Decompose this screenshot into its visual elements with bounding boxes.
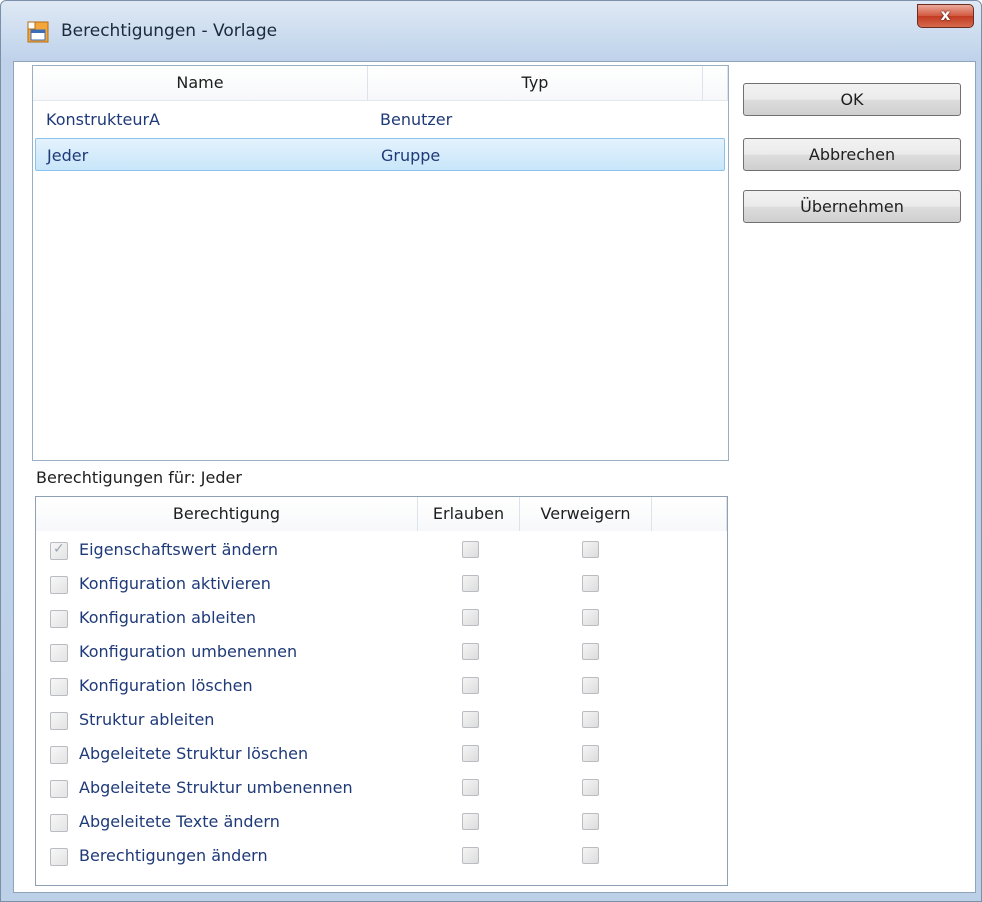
user-list[interactable]: Name Typ KonstrukteurA Benutzer Jeder Gr… — [32, 65, 729, 461]
allow-checkbox[interactable] — [462, 711, 479, 728]
permission-checkbox[interactable] — [50, 712, 68, 730]
permission-label: Konfiguration ableiten — [79, 608, 257, 627]
permission-label: Konfiguration aktivieren — [79, 574, 271, 593]
close-button[interactable]: x — [917, 4, 974, 28]
permission-row: Abgeleitete Struktur umbenennen — [36, 771, 726, 805]
user-name: Jeder — [47, 146, 89, 165]
deny-checkbox[interactable] — [582, 541, 599, 558]
allow-checkbox[interactable] — [462, 779, 479, 796]
permissions-list[interactable]: Berechtigung Erlauben Verweigern ✓ Eigen… — [35, 496, 728, 886]
permission-row: ✓ Eigenschaftswert ändern — [36, 533, 726, 567]
close-icon: x — [940, 6, 951, 24]
permission-checkbox[interactable] — [50, 678, 68, 696]
window-title: Berechtigungen - Vorlage — [61, 21, 278, 41]
permission-label: Berechtigungen ändern — [79, 846, 268, 865]
column-header-filler — [652, 497, 727, 531]
permission-label: Konfiguration löschen — [79, 676, 253, 695]
dialog-client-area: Name Typ KonstrukteurA Benutzer Jeder Gr… — [13, 61, 976, 893]
permission-row: Abgeleitete Struktur löschen — [36, 737, 726, 771]
column-header-deny[interactable]: Verweigern — [520, 497, 652, 531]
permission-checkbox[interactable] — [50, 610, 68, 628]
column-header-allow[interactable]: Erlauben — [418, 497, 520, 531]
cancel-button[interactable]: Abbrechen — [743, 138, 961, 171]
permission-label: Struktur ableiten — [79, 710, 215, 729]
permission-label: Abgeleitete Struktur löschen — [79, 744, 309, 763]
permission-checkbox[interactable] — [50, 814, 68, 832]
permission-label: Eigenschaftswert ändern — [79, 540, 278, 559]
permission-checkbox[interactable] — [50, 576, 68, 594]
deny-checkbox[interactable] — [582, 677, 599, 694]
column-header-filler — [703, 66, 728, 100]
allow-checkbox[interactable] — [462, 847, 479, 864]
permissions-for-label: Berechtigungen für: Jeder — [36, 468, 242, 487]
title-bar[interactable]: Berechtigungen - Vorlage x — [1, 1, 981, 63]
user-type: Gruppe — [381, 146, 441, 165]
permission-checkbox[interactable] — [50, 848, 68, 866]
deny-checkbox[interactable] — [582, 813, 599, 830]
deny-checkbox[interactable] — [582, 711, 599, 728]
header-separator — [33, 100, 728, 101]
allow-checkbox[interactable] — [462, 813, 479, 830]
deny-checkbox[interactable] — [582, 847, 599, 864]
allow-checkbox[interactable] — [462, 643, 479, 660]
user-row-jeder[interactable]: Jeder Gruppe — [35, 138, 725, 171]
allow-checkbox[interactable] — [462, 541, 479, 558]
column-header-name[interactable]: Name — [33, 66, 368, 100]
deny-checkbox[interactable] — [582, 779, 599, 796]
column-header-type[interactable]: Typ — [368, 66, 703, 100]
permissions-dialog: Berechtigungen - Vorlage x Name Typ Kons… — [0, 0, 982, 902]
permission-label: Abgeleitete Struktur umbenennen — [79, 778, 353, 797]
permission-checkbox[interactable] — [50, 780, 68, 798]
user-name: KonstrukteurA — [46, 110, 160, 129]
checkmark-icon: ✓ — [53, 541, 65, 557]
permission-row: Berechtigungen ändern — [36, 839, 726, 873]
ok-button[interactable]: OK — [743, 83, 961, 116]
deny-checkbox[interactable] — [582, 575, 599, 592]
allow-checkbox[interactable] — [462, 575, 479, 592]
permission-row: Struktur ableiten — [36, 703, 726, 737]
deny-checkbox[interactable] — [582, 745, 599, 762]
permission-checkbox[interactable] — [50, 644, 68, 662]
user-row-konstrukteura[interactable]: KonstrukteurA Benutzer — [35, 103, 725, 136]
apply-button[interactable]: Übernehmen — [743, 190, 961, 223]
permission-row: Konfiguration löschen — [36, 669, 726, 703]
user-type: Benutzer — [380, 110, 453, 129]
column-header-permission[interactable]: Berechtigung — [36, 497, 418, 531]
permission-checkbox[interactable] — [50, 746, 68, 764]
allow-checkbox[interactable] — [462, 609, 479, 626]
allow-checkbox[interactable] — [462, 745, 479, 762]
permission-row: Konfiguration ableiten — [36, 601, 726, 635]
permission-row: Abgeleitete Texte ändern — [36, 805, 726, 839]
permission-row: Konfiguration aktivieren — [36, 567, 726, 601]
template-app-icon — [27, 21, 49, 43]
deny-checkbox[interactable] — [582, 609, 599, 626]
deny-checkbox[interactable] — [582, 643, 599, 660]
permission-label: Abgeleitete Texte ändern — [79, 812, 280, 831]
allow-checkbox[interactable] — [462, 677, 479, 694]
permission-row: Konfiguration umbenennen — [36, 635, 726, 669]
permission-label: Konfiguration umbenennen — [79, 642, 298, 661]
permission-checkbox[interactable]: ✓ — [50, 541, 68, 560]
